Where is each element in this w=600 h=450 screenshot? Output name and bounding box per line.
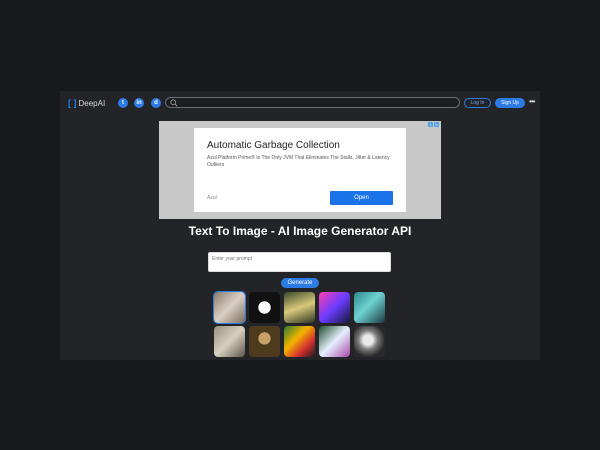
gallery-image-6-statues[interactable] xyxy=(214,326,245,357)
gallery-image-8-fruit[interactable] xyxy=(284,326,315,357)
browser-page: [ ] DeepAI t in d Log In Sign Up ••• i ×… xyxy=(60,91,540,360)
gallery-image-4-robot[interactable] xyxy=(319,292,350,323)
generate-button[interactable]: Generate xyxy=(281,278,319,288)
gallery-image-3-forest[interactable] xyxy=(284,292,315,323)
site-header: [ ] DeepAI t in d Log In Sign Up ••• xyxy=(60,91,540,115)
gallery-image-7-mona-lisa[interactable] xyxy=(249,326,280,357)
search-bar[interactable] xyxy=(165,97,460,108)
signup-button[interactable]: Sign Up xyxy=(495,98,525,108)
logo-text: DeepAI xyxy=(78,98,106,108)
page-title: Text To Image - AI Image Generator API xyxy=(188,224,412,238)
example-gallery xyxy=(213,291,385,360)
logo-brackets: [ ] xyxy=(68,98,77,108)
discord-icon[interactable]: d xyxy=(151,98,161,108)
search-icon xyxy=(170,99,178,107)
gallery-image-1-collage[interactable] xyxy=(213,291,246,324)
twitter-icon[interactable]: t xyxy=(118,98,128,108)
ad-close-icon[interactable]: × xyxy=(434,122,439,127)
ad-title[interactable]: Automatic Garbage Collection xyxy=(207,140,340,151)
ad-choices[interactable]: i × xyxy=(428,122,439,127)
ad-open-button[interactable]: Open xyxy=(330,191,393,205)
prompt-field[interactable] xyxy=(208,252,391,272)
advertisement: i × Automatic Garbage Collection Azul Pl… xyxy=(159,121,441,219)
deepai-logo[interactable]: [ ] DeepAI xyxy=(68,97,105,109)
linkedin-icon[interactable]: in xyxy=(134,98,144,108)
prompt-input[interactable] xyxy=(209,253,390,271)
gallery-image-2-panda[interactable] xyxy=(249,292,280,323)
gallery-image-9-dancers[interactable] xyxy=(319,326,350,357)
gallery-image-10-sphere[interactable] xyxy=(354,326,385,357)
ad-card[interactable]: Automatic Garbage Collection Azul Platfo… xyxy=(194,128,406,212)
ad-info-icon[interactable]: i xyxy=(428,122,433,127)
more-menu-icon[interactable]: ••• xyxy=(529,97,535,106)
ad-description: Azul Platform Prime® Is The Only JVM Tha… xyxy=(207,155,390,168)
login-button[interactable]: Log In xyxy=(464,98,491,108)
ad-source: Azul xyxy=(207,195,217,201)
search-input[interactable] xyxy=(180,98,450,107)
gallery-image-5-portrait[interactable] xyxy=(354,292,385,323)
